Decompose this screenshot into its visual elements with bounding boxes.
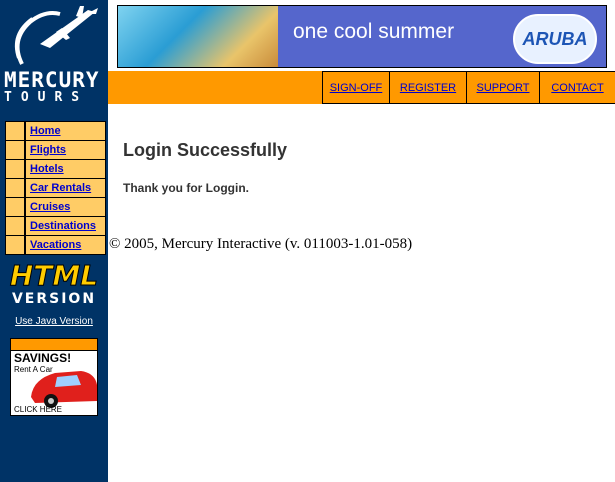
top-nav-register[interactable]: REGISTER [389,72,466,103]
promo-banner[interactable]: one cool summer ARUBA [117,5,607,68]
side-nav-link-home[interactable]: Home [30,125,61,137]
top-nav-support-label: SUPPORT [476,81,530,94]
side-nav-link-cruises[interactable]: Cruises [30,201,70,213]
html-version-subtitle: VERSION [11,291,97,307]
banner-photo [118,6,278,67]
side-nav-item-vacations: Vacations [6,236,105,254]
ad-top-bar [11,339,97,351]
top-nav-support[interactable]: SUPPORT [466,72,539,103]
side-nav-item-flights: Flights [6,141,105,160]
aruba-logo: ARUBA [513,14,597,64]
side-nav-item-hotels: Hotels [6,160,105,179]
copyright-footer: © 2005, Mercury Interactive (v. 011003-1… [109,236,413,252]
html-version-badge: HTML VERSION [8,259,100,308]
side-nav-link-flights[interactable]: Flights [30,144,66,156]
airplane-logo-icon [14,6,98,65]
side-nav-item-car-rentals: Car Rentals [6,179,105,198]
page-title: Login Successfully [123,140,288,160]
java-version-link[interactable]: Use Java Version [0,316,108,327]
mercury-tours-logo[interactable]: MERCURY TOURS [0,0,108,110]
red-car-icon [31,371,97,408]
sidebar: MERCURY TOURS Home Flights Hotels Car Re… [0,0,108,482]
side-nav-item-destinations: Destinations [6,217,105,236]
ad-cta: CLICK HERE [14,405,63,414]
top-nav-sign-off[interactable]: SIGN-OFF [322,72,389,103]
top-nav-contact-label: CONTACT [551,81,604,94]
side-nav-link-vacations[interactable]: Vacations [30,239,81,251]
top-nav-contact[interactable]: CONTACT [539,72,615,103]
top-nav-sign-off-label: SIGN-OFF [329,81,383,94]
rent-a-car-ad[interactable]: SAVINGS! Rent A Car CLICK HERE [10,338,98,416]
banner-tagline: one cool summer [293,20,455,43]
side-nav-item-cruises: Cruises [6,198,105,217]
side-nav-item-home: Home [6,122,105,141]
top-nav-register-label: REGISTER [399,81,457,94]
html-version-title: HTML [9,259,99,292]
side-nav-link-hotels[interactable]: Hotels [30,163,64,175]
logo-title: MERCURY [4,68,100,92]
top-navigation: SIGN-OFF REGISTER SUPPORT CONTACT [322,71,615,104]
side-navigation: Home Flights Hotels Car Rentals Cruises … [5,121,106,255]
side-nav-link-car-rentals[interactable]: Car Rentals [30,182,91,194]
login-message: Thank you for Loggin. [123,181,249,195]
side-nav-link-destinations[interactable]: Destinations [30,220,96,232]
logo-subtitle: TOURS [4,90,89,105]
